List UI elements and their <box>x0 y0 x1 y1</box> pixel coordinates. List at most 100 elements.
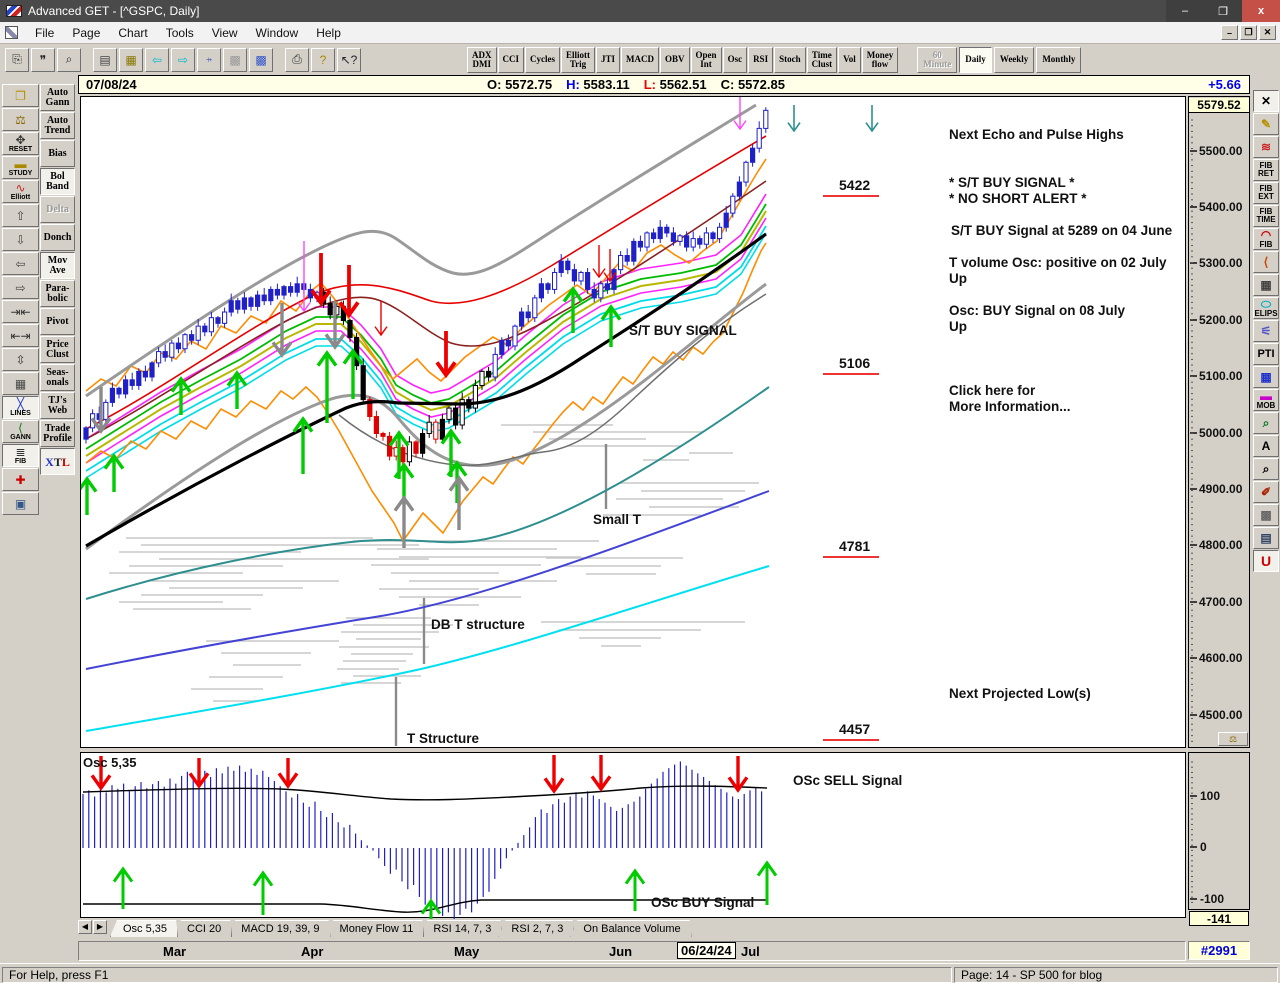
chart-settings-icon[interactable]: ⍆ <box>197 47 221 72</box>
study-button-jti[interactable]: JTI <box>596 46 621 73</box>
menu-page[interactable]: Page <box>63 23 109 43</box>
study-button-rsi[interactable]: RSI <box>748 46 774 73</box>
auto-trend-button[interactable]: Auto Trend <box>40 112 75 139</box>
tab-rsi-14-7-3[interactable]: RSI 14, 7, 3 <box>420 920 502 937</box>
study-button-money-flow[interactable]: Money flow <box>861 46 899 73</box>
study-button[interactable]: ▬ STUDY <box>2 156 39 179</box>
mdi-system-icon[interactable] <box>5 26 18 39</box>
study-button-vol[interactable]: Vol <box>838 46 861 73</box>
scale-settings-button[interactable]: ⚖ <box>1218 732 1248 746</box>
close-button[interactable]: x <box>1242 0 1280 22</box>
tab-money-flow-11[interactable]: Money Flow 11 <box>327 920 425 937</box>
mdi-minimize-button[interactable]: – <box>1221 25 1238 40</box>
fib-button[interactable]: ≣ FIB <box>2 444 39 467</box>
gann-button[interactable]: ⟨ GANN <box>2 420 39 443</box>
new-chart-icon[interactable]: ▤ <box>93 47 117 72</box>
menu-view[interactable]: View <box>203 23 247 43</box>
quotes-icon[interactable]: ❞ <box>31 47 55 72</box>
period-button-monthly[interactable]: Monthly <box>1036 46 1082 73</box>
reset-button[interactable]: ✥ RESET <box>2 132 39 155</box>
pattern-tool[interactable]: ▩ <box>1253 504 1279 526</box>
ellipse-tool[interactable]: ⬭ ELIPS <box>1253 297 1279 319</box>
study-button-adx-dmi[interactable]: ADX DMI <box>467 46 497 73</box>
compression-date-box[interactable]: 06/24/24 <box>677 942 736 959</box>
help-icon[interactable]: ? <box>311 47 335 72</box>
study-button-time-clust[interactable]: Time Clust <box>806 46 838 73</box>
print-icon[interactable]: ⎙ <box>285 47 309 72</box>
search-icon[interactable]: ⌕ <box>57 47 81 72</box>
study-button-obv[interactable]: OBV <box>660 46 690 73</box>
mdi-restore-button[interactable]: ❐ <box>1240 25 1257 40</box>
study-button-cycles[interactable]: Cycles <box>525 46 561 73</box>
mov-ave-button[interactable]: Mov Ave <box>40 252 75 279</box>
menu-help[interactable]: Help <box>307 23 350 43</box>
menu-chart[interactable]: Chart <box>109 23 156 43</box>
fib-retracement-tool[interactable]: FIB RET <box>1253 159 1279 181</box>
save-icon[interactable]: ▦ <box>119 47 143 72</box>
tab-rsi-2-7-3[interactable]: RSI 2, 7, 3 <box>498 920 574 937</box>
pivot-button[interactable]: Pivot <box>40 308 75 335</box>
tab-scroll-left-button[interactable]: ◀ <box>78 920 92 934</box>
split-window-icon[interactable]: ⇳ <box>2 348 39 371</box>
tab-macd-19-39-9[interactable]: MACD 19, 39, 9 <box>228 920 330 937</box>
snapshot-icon[interactable]: ▣ <box>2 492 39 515</box>
auto-gann-button[interactable]: Auto Gann <box>40 84 75 111</box>
lines-button[interactable]: ╳ LINES <box>2 396 39 419</box>
minimize-button[interactable]: – <box>1166 0 1204 22</box>
tab-scroll-right-button[interactable]: ▶ <box>93 920 107 934</box>
menu-file[interactable]: File <box>26 23 63 43</box>
zoom-in-tool[interactable]: ⌕ <box>1253 458 1279 480</box>
oscillator-pane[interactable]: Osc 5,35 OSc SELL Signal OSc BUY Signal <box>80 752 1186 931</box>
delta-button[interactable]: Delta <box>40 196 75 223</box>
fib-time-tool[interactable]: FIB TIME <box>1253 205 1279 227</box>
bias-button[interactable]: Bias <box>40 140 75 167</box>
tab-cci-20[interactable]: CCI 20 <box>174 920 232 937</box>
parallel-lines-tool[interactable]: ≋ <box>1253 136 1279 158</box>
study-button-cci[interactable]: CCI <box>497 46 525 73</box>
tab-on-balance-volume[interactable]: On Balance Volume <box>570 920 691 937</box>
page-forward-icon[interactable]: ⇨ <box>171 47 195 72</box>
arrow-down-icon[interactable]: ⇩ <box>2 228 39 251</box>
mob-tool[interactable]: ▬ MOB <box>1253 389 1279 411</box>
delete-tool[interactable]: ✕ <box>1253 90 1279 112</box>
arrow-up-icon[interactable]: ⇧ <box>2 204 39 227</box>
parabolic-button[interactable]: Para-bolic <box>40 280 75 307</box>
study-button-open-int[interactable]: Open Int <box>690 46 722 73</box>
price-chart-pane[interactable]: 5422 5106 4781 4457 Next Echo and Pulse High… <box>76 96 1186 748</box>
grid-color-icon[interactable]: ▩ <box>249 47 273 72</box>
fib-extension-tool[interactable]: FIB EXT <box>1253 182 1279 204</box>
study-button-osc[interactable]: Osc <box>722 46 748 73</box>
compress-bars-icon[interactable]: ⇥⇤ <box>2 300 39 323</box>
arrow-right-icon[interactable]: ⇨ <box>2 276 39 299</box>
page-back-icon[interactable]: ⇦ <box>145 47 169 72</box>
period-button-daily[interactable]: Daily <box>959 46 992 73</box>
restore-button[interactable]: ❐ <box>1204 0 1242 22</box>
context-help-icon[interactable]: ↖? <box>337 47 361 72</box>
mdi-close-button[interactable]: ✕ <box>1259 25 1276 40</box>
value-finder-tool[interactable]: ⌕ <box>1253 412 1279 434</box>
tab-osc-5-35[interactable]: Osc 5,35 <box>110 920 178 937</box>
marker-tool[interactable]: ✐ <box>1253 481 1279 503</box>
seasonals-button[interactable]: Seas-onals <box>40 364 75 391</box>
price-axis[interactable]: 5500.00 5400.00 5300.00 5200.00 5100.00 5000.… <box>1188 96 1250 748</box>
price-clust-button[interactable]: Price Clust <box>40 336 75 363</box>
magnet-tool[interactable]: U <box>1253 550 1279 572</box>
scales-icon[interactable]: ⚖ <box>2 108 39 131</box>
chart-page-icon[interactable]: ⎘ <box>5 47 29 72</box>
regression-tool[interactable]: ⚟ <box>1253 320 1279 342</box>
xtl-button[interactable]: XTL <box>40 448 75 475</box>
menu-tools[interactable]: Tools <box>157 23 203 43</box>
arrow-left-icon[interactable]: ⇦ <box>2 252 39 275</box>
pencil-tool[interactable]: ✎ <box>1253 113 1279 135</box>
grid-off-icon[interactable]: ▩ <box>223 47 247 72</box>
fan-lines-tool[interactable]: ⟨ <box>1253 251 1279 273</box>
menu-window[interactable]: Window <box>247 23 308 43</box>
tjs-web-button[interactable]: TJ's Web <box>40 392 75 419</box>
open-chart-icon[interactable]: ❐ <box>2 84 39 107</box>
elliott-button[interactable]: ∿ Elliott <box>2 180 39 203</box>
bol-band-button[interactable]: Bol Band <box>40 168 75 195</box>
grid-icon[interactable]: ▦ <box>2 372 39 395</box>
study-button-stoch[interactable]: Stoch <box>774 46 806 73</box>
fib-circle-tool[interactable]: ◠ FIB <box>1253 228 1279 250</box>
period-button-weekly[interactable]: Weekly <box>993 46 1035 73</box>
